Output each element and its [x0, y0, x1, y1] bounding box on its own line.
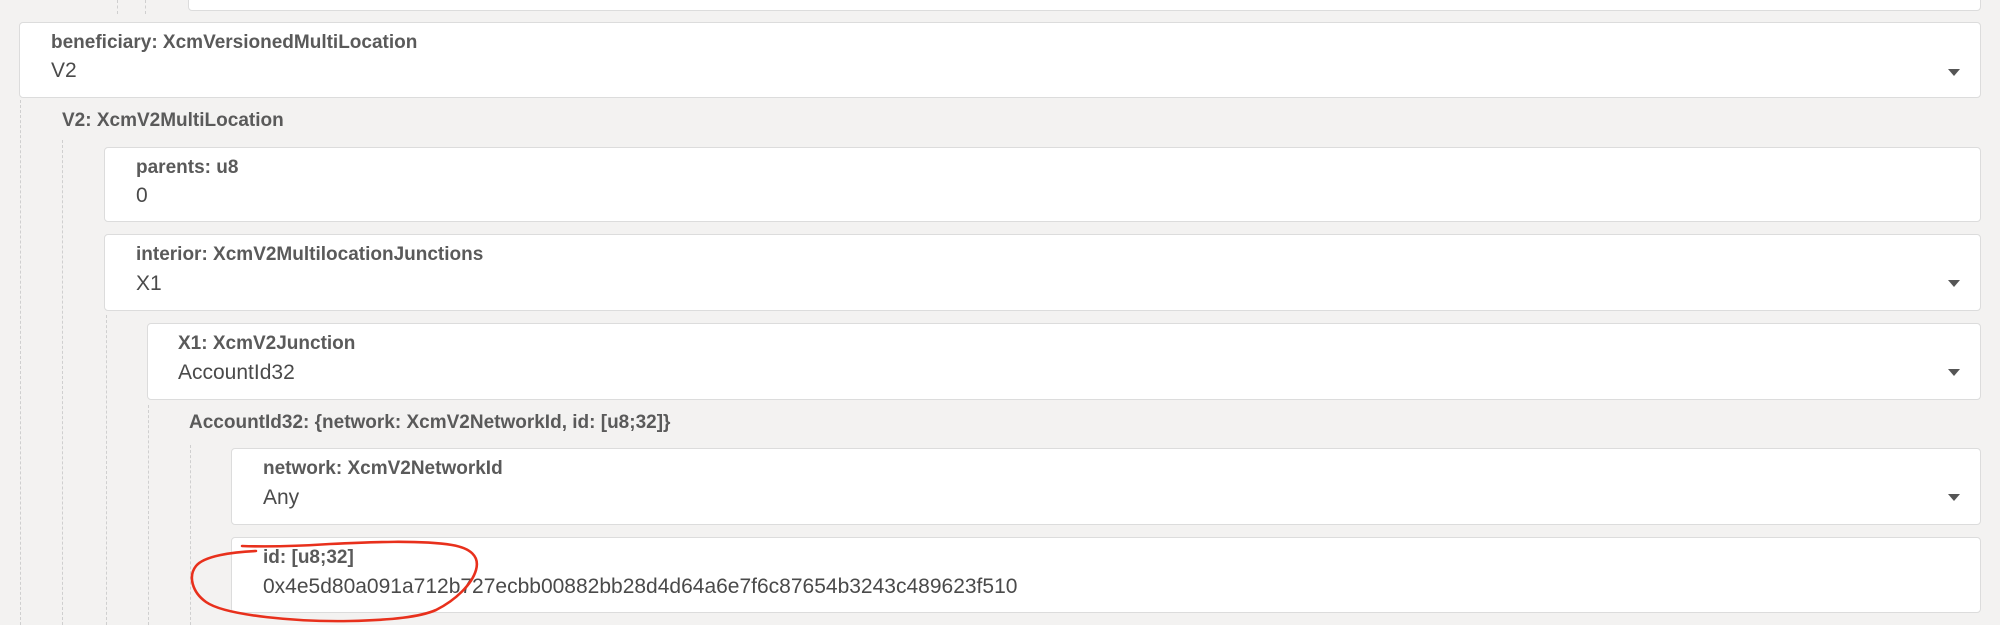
indent-guide: [148, 405, 149, 625]
indent-guide: [106, 315, 107, 625]
network-select[interactable]: network: XcmV2NetworkId Any: [231, 448, 1981, 525]
chevron-down-icon[interactable]: [1948, 369, 1960, 376]
parents-label: parents: u8: [136, 157, 239, 178]
chevron-down-icon[interactable]: [1948, 69, 1960, 76]
previous-field-card: [188, 0, 1981, 11]
chevron-down-icon[interactable]: [1948, 494, 1960, 501]
indent-guide: [117, 0, 118, 14]
parents-value: 0: [136, 184, 148, 207]
x1-label: X1: XcmV2Junction: [178, 333, 356, 354]
interior-value: X1: [136, 272, 162, 295]
network-label: network: XcmV2NetworkId: [263, 458, 503, 479]
x1-select[interactable]: X1: XcmV2Junction AccountId32: [147, 323, 1981, 400]
interior-label: interior: XcmV2MultilocationJunctions: [136, 244, 484, 265]
network-value: Any: [263, 486, 300, 509]
indent-guide: [62, 140, 63, 625]
parents-field[interactable]: parents: u8 0: [104, 147, 1981, 222]
v2-group-label: V2: XcmV2MultiLocation: [62, 110, 284, 131]
chevron-down-icon[interactable]: [1948, 280, 1960, 287]
accountid32-group-label: AccountId32: {network: XcmV2NetworkId, i…: [189, 412, 671, 433]
indent-guide: [190, 445, 191, 625]
indent-guide: [20, 100, 21, 625]
beneficiary-select[interactable]: beneficiary: XcmVersionedMultiLocation V…: [19, 22, 1981, 98]
id-input[interactable]: id: [u8;32] 0x4e5d80a091a712b727ecbb0088…: [231, 537, 1981, 613]
beneficiary-value: V2: [51, 59, 77, 82]
x1-value: AccountId32: [178, 361, 295, 384]
id-label: id: [u8;32]: [263, 547, 354, 568]
indent-guide: [145, 0, 146, 14]
beneficiary-label: beneficiary: XcmVersionedMultiLocation: [51, 32, 418, 53]
id-value: 0x4e5d80a091a712b727ecbb00882bb28d4d64a6…: [263, 575, 1018, 598]
interior-select[interactable]: interior: XcmV2MultilocationJunctions X1: [104, 234, 1981, 311]
